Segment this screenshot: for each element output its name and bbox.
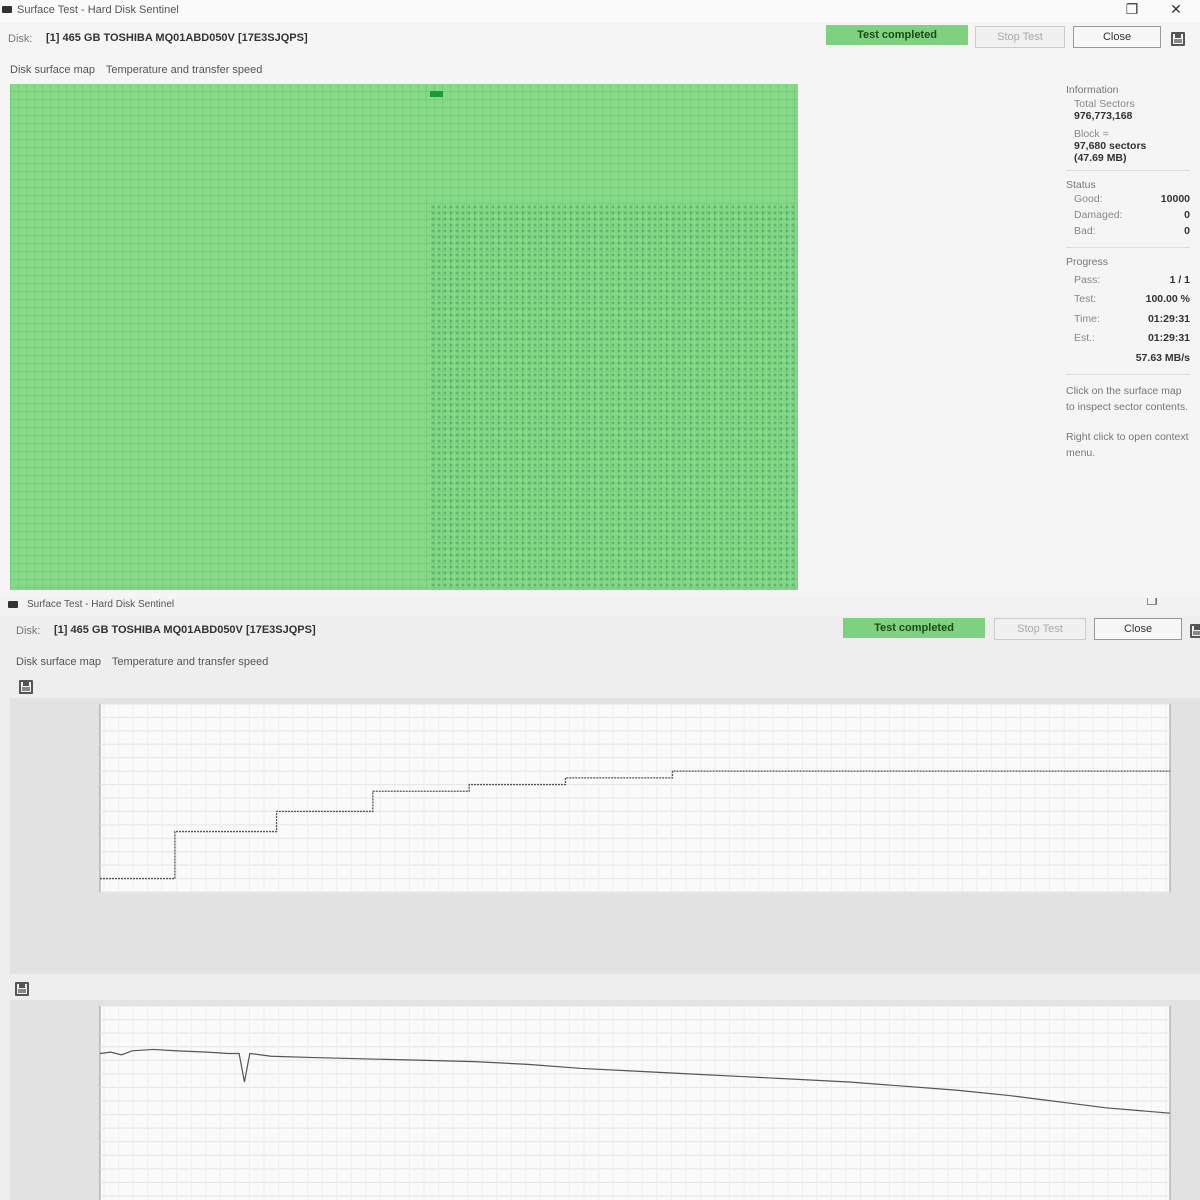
block-label: Block =: [1074, 128, 1109, 140]
disk-label: Disk:: [8, 33, 33, 45]
disk-row: Disk: [1] 465 GB TOSHIBA MQ01ABD050V [17…: [0, 616, 1200, 646]
close-button[interactable]: Close: [1073, 26, 1161, 48]
window-title: Surface Test - Hard Disk Sentinel: [17, 4, 179, 16]
tab-temperature-transfer-speed[interactable]: Temperature and transfer speed: [106, 64, 263, 76]
window-title: Surface Test - Hard Disk Sentinel: [27, 599, 175, 610]
damaged-label: Damaged:: [1074, 209, 1123, 221]
block-mb-value: (47.69 MB): [1074, 152, 1127, 164]
performance-chart-panel: [10, 1000, 1200, 1200]
app-icon: [8, 601, 18, 608]
bad-value: 0: [1184, 225, 1190, 237]
disk-surface-map[interactable]: [10, 84, 798, 590]
tab-bar: Disk surface map Temperature and transfe…: [16, 656, 276, 668]
surface-test-window-2: Surface Test - Hard Disk Sentinel ❐ Disk…: [0, 598, 1200, 1200]
stop-test-button[interactable]: Stop Test: [975, 26, 1065, 48]
test-label: Test:: [1074, 293, 1097, 306]
disk-name: [1] 465 GB TOSHIBA MQ01ABD050V [17E3SJQP…: [46, 32, 308, 44]
restore-icon[interactable]: ❐: [1118, 1, 1146, 18]
save-icon[interactable]: [1171, 32, 1185, 46]
bad-row: Bad: 0: [1066, 225, 1190, 241]
disk-name: [1] 465 GB TOSHIBA MQ01ABD050V [17E3SJQP…: [54, 624, 316, 636]
tab-disk-surface-map[interactable]: Disk surface map: [10, 64, 95, 76]
title-bar[interactable]: Surface Test - Hard Disk Sentinel ❐: [0, 598, 1200, 616]
time-value: 01:29:31: [1147, 312, 1190, 325]
disk-row: Disk: [1] 465 GB TOSHIBA MQ01ABD050V [17…: [0, 24, 1200, 54]
disk-label: Disk:: [16, 625, 41, 637]
progress-heading: Progress: [1066, 256, 1109, 268]
plot-area: [99, 1005, 1171, 1200]
surface-test-window-1: Surface Test - Hard Disk Sentinel ❐ ✕ Di…: [0, 0, 1200, 598]
close-icon[interactable]: ✕: [1162, 1, 1190, 18]
bad-label: Bad:: [1074, 225, 1096, 237]
est-label: Est.:: [1074, 332, 1096, 345]
time-row: Time: 01:29:31: [1066, 309, 1190, 329]
status-badge: Test completed: [826, 25, 968, 45]
total-sectors-value: 976,773,168: [1074, 110, 1133, 122]
close-button[interactable]: Close: [1094, 618, 1182, 640]
good-label: Good:: [1074, 193, 1103, 205]
app-icon: [2, 6, 12, 13]
save-icon[interactable]: [1190, 624, 1200, 638]
current-block-marker: [430, 91, 443, 97]
title-bar[interactable]: Surface Test - Hard Disk Sentinel ❐ ✕: [0, 0, 1200, 22]
pass-row: Pass: 1 / 1: [1066, 270, 1190, 290]
total-sectors-label: Total Sectors: [1074, 98, 1135, 110]
tab-temperature-transfer-speed[interactable]: Temperature and transfer speed: [112, 656, 269, 668]
est-row: Est.: 01:29:31: [1066, 329, 1190, 349]
est-value: 01:29:31: [1147, 332, 1190, 345]
save-temperature-chart-icon[interactable]: [19, 680, 33, 694]
speed-value: 57.63 MB/s: [1135, 351, 1190, 364]
time-label: Time:: [1074, 312, 1100, 325]
status-badge: Test completed: [843, 618, 985, 638]
damaged-row: Damaged: 0: [1066, 209, 1190, 225]
context-menu-hint: Right click to open context menu.: [1066, 430, 1189, 459]
surface-hint: Click on the surface map to inspect sect…: [1066, 384, 1188, 413]
pass-label: Pass:: [1074, 273, 1101, 286]
damaged-value: 0: [1184, 209, 1190, 221]
tab-bar: Disk surface map Temperature and transfe…: [10, 64, 270, 76]
info-panel: Information Total Sectors 976,773,168 Bl…: [1066, 84, 1190, 461]
status-heading: Status: [1066, 179, 1096, 191]
restore-icon[interactable]: ❐: [1138, 598, 1166, 608]
temperature-chart-panel: [10, 698, 1200, 974]
test-value: 100.00 %: [1145, 293, 1190, 306]
pass-value: 1 / 1: [1169, 273, 1190, 286]
save-performance-chart-icon[interactable]: [15, 982, 29, 996]
block-sectors-value: 97,680 sectors: [1074, 140, 1147, 152]
test-row: Test: 100.00 %: [1066, 290, 1190, 310]
temperature-chart: [99, 703, 1171, 893]
speed-row: 57.63 MB/s: [1066, 348, 1190, 368]
information-heading: Information: [1066, 84, 1119, 96]
performance-chart: [99, 1005, 1171, 1200]
good-row: Good: 10000: [1066, 193, 1190, 209]
surface-block-shading: [430, 204, 798, 590]
good-value: 10000: [1160, 193, 1190, 205]
stop-test-button[interactable]: Stop Test: [994, 618, 1086, 640]
tab-disk-surface-map[interactable]: Disk surface map: [16, 656, 101, 668]
